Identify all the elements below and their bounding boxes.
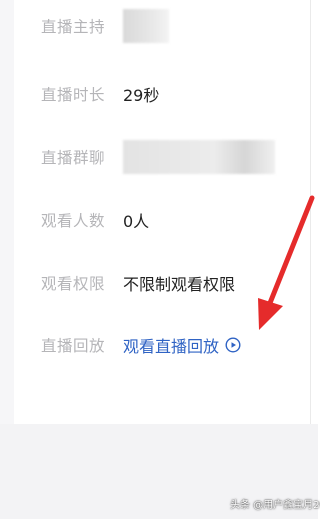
live-info-screen: 直播主持 直播时长 29秒 直播群聊 观看人数 0人 观看权限 不限制观看权限 … (0, 0, 320, 519)
watermark: 头条 @用户鑫宝月20 (230, 500, 320, 511)
red-arrow-icon (258, 195, 315, 330)
